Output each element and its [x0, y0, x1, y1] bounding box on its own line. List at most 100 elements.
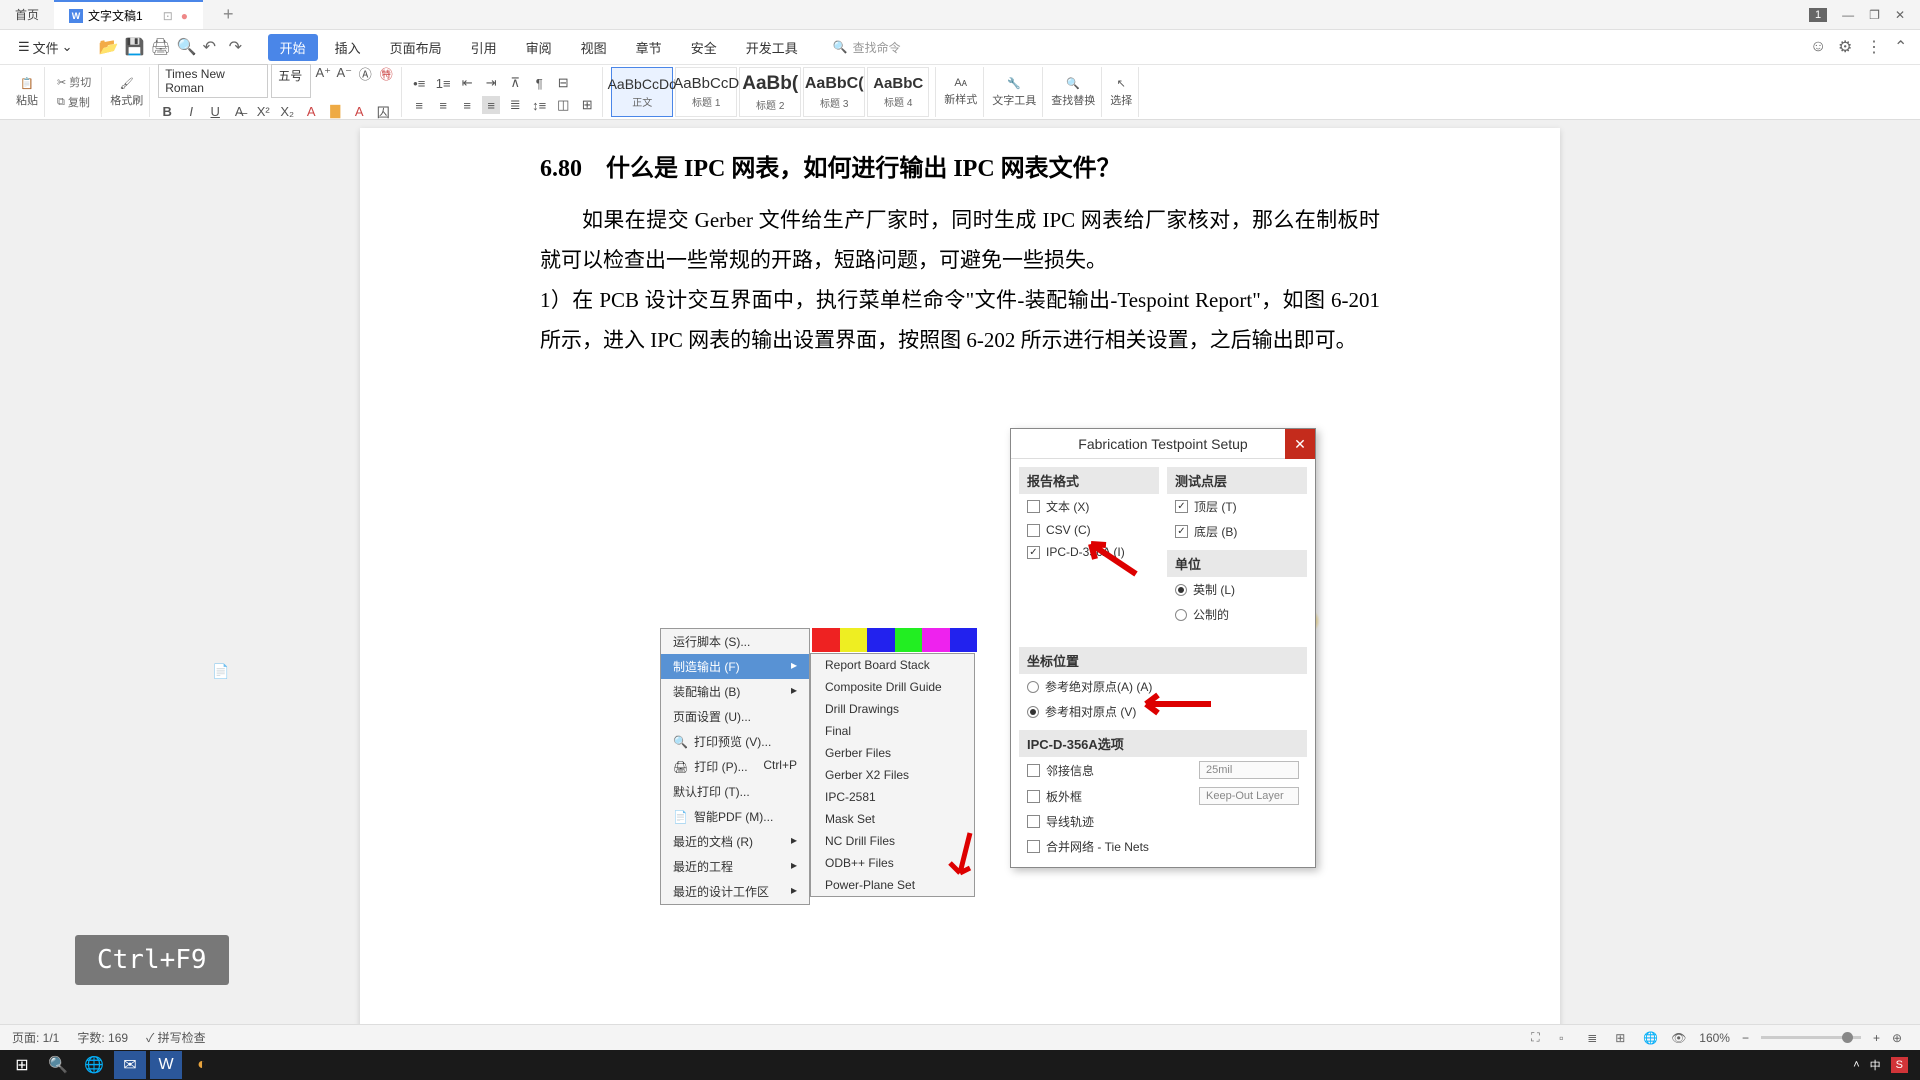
- checkbox-bottom[interactable]: [1175, 525, 1188, 538]
- align-right-icon[interactable]: ≡: [458, 96, 476, 114]
- taskbar-chrome[interactable]: 🌐: [78, 1051, 110, 1079]
- phonetic-icon[interactable]: ㊕: [377, 64, 395, 82]
- fullscreen-icon[interactable]: ⛶: [1531, 1030, 1547, 1046]
- find-replace-button[interactable]: 🔍查找替换: [1051, 77, 1095, 108]
- radio-metric[interactable]: [1175, 609, 1187, 621]
- tab-reference[interactable]: 引用: [459, 34, 509, 61]
- ctx-default-print[interactable]: 默认打印 (T)...: [661, 779, 809, 804]
- numbering-icon[interactable]: 1≡: [434, 74, 452, 92]
- redo-icon[interactable]: ↷: [229, 39, 245, 55]
- align-center-icon[interactable]: ≡: [434, 96, 452, 114]
- bullets-icon[interactable]: •≡: [410, 74, 428, 92]
- dialog-close-button[interactable]: ✕: [1285, 429, 1315, 459]
- tab-add[interactable]: +: [223, 4, 234, 25]
- ime-indicator[interactable]: 中: [1870, 1057, 1881, 1073]
- sub-mask-set[interactable]: Mask Set: [811, 808, 974, 830]
- status-words[interactable]: 字数: 169: [77, 1029, 128, 1046]
- new-style-button[interactable]: Aᴀ新样式: [944, 77, 977, 107]
- ctx-page-setup[interactable]: 页面设置 (U)...: [661, 704, 809, 729]
- start-button[interactable]: ⊞: [6, 1051, 38, 1079]
- style-h4[interactable]: AaBbC标题 4: [867, 67, 929, 117]
- ctx-recent-projects[interactable]: 最近的工程▸: [661, 854, 809, 879]
- line-spacing-icon[interactable]: ↕≡: [530, 96, 548, 114]
- input-distance[interactable]: 25mil: [1199, 761, 1299, 779]
- align-dist-icon[interactable]: ≣: [506, 96, 524, 114]
- tab-security[interactable]: 安全: [679, 34, 729, 61]
- sub-final[interactable]: Final: [811, 720, 974, 742]
- zoom-out-icon[interactable]: −: [1742, 1031, 1749, 1045]
- style-h3[interactable]: AaBbC(标题 3: [803, 67, 865, 117]
- font-name-select[interactable]: Times New Roman: [158, 64, 268, 98]
- checkbox-csv[interactable]: [1027, 524, 1040, 537]
- align-justify-icon[interactable]: ≡: [482, 96, 500, 114]
- ctx-smart-pdf[interactable]: 📄智能PDF (M)...: [661, 804, 809, 829]
- copy-button[interactable]: ⧉复制: [53, 92, 94, 112]
- sub-ipc-2581[interactable]: IPC-2581: [811, 786, 974, 808]
- strike-icon[interactable]: A̶: [230, 102, 248, 120]
- view-web-icon[interactable]: ⊞: [1615, 1030, 1631, 1046]
- view-page-icon[interactable]: ▫: [1559, 1030, 1575, 1046]
- indent-inc-icon[interactable]: ⇥: [482, 74, 500, 92]
- print-icon[interactable]: 🖨: [151, 39, 167, 55]
- radio-imperial[interactable]: [1175, 584, 1187, 596]
- underline-icon[interactable]: U: [206, 102, 224, 120]
- tray-chevron-icon[interactable]: ˄: [1853, 1059, 1859, 1071]
- status-spellcheck[interactable]: ✓ 拼写检查: [146, 1029, 206, 1046]
- sub-composite-drill[interactable]: Composite Drill Guide: [811, 676, 974, 698]
- font-shrink-icon[interactable]: A⁻: [335, 64, 353, 82]
- checkbox-board-outline[interactable]: [1027, 790, 1040, 803]
- ctx-run-script[interactable]: 运行脚本 (S)...: [661, 629, 809, 654]
- radio-rel-origin[interactable]: [1027, 706, 1039, 718]
- ctx-recent-docs[interactable]: 最近的文档 (R)▸: [661, 829, 809, 854]
- style-normal[interactable]: AaBbCcDd正文: [611, 67, 673, 117]
- file-menu[interactable]: 文件 ⌄: [10, 35, 81, 60]
- tab-document[interactable]: W 文字文稿1 ⊡ ●: [54, 0, 203, 29]
- tab-home[interactable]: 首页: [0, 0, 54, 29]
- ctx-print-preview[interactable]: 🔍打印预览 (V)...: [661, 729, 809, 754]
- taskbar-search[interactable]: 🔍: [42, 1051, 74, 1079]
- sub-drill-drawings[interactable]: Drill Drawings: [811, 698, 974, 720]
- preview-icon[interactable]: 🔍: [177, 39, 193, 55]
- checkbox-neighbor[interactable]: [1027, 764, 1040, 777]
- more-icon[interactable]: ⋮: [1866, 39, 1882, 55]
- checkbox-top[interactable]: [1175, 500, 1188, 513]
- sub-gerber-x2[interactable]: Gerber X2 Files: [811, 764, 974, 786]
- taskbar-app1[interactable]: ✉: [114, 1051, 146, 1079]
- radio-abs-origin[interactable]: [1027, 681, 1039, 693]
- tab-chapter[interactable]: 章节: [624, 34, 674, 61]
- text-tools-button[interactable]: 🔧文字工具: [992, 77, 1036, 108]
- close-icon[interactable]: ✕: [1895, 8, 1905, 22]
- sub-report-board-stack[interactable]: Report Board Stack: [811, 654, 974, 676]
- minimize-icon[interactable]: —: [1842, 8, 1854, 22]
- zoom-value[interactable]: 160%: [1699, 1031, 1730, 1045]
- format-painter-button[interactable]: 🖌 格式刷: [110, 77, 143, 108]
- save-icon[interactable]: 💾: [125, 39, 141, 55]
- char-border-icon[interactable]: 囚: [374, 102, 392, 120]
- open-icon[interactable]: 📂: [99, 39, 115, 55]
- zoom-in-icon[interactable]: +: [1873, 1031, 1880, 1045]
- command-search[interactable]: 🔍 查找命令: [833, 39, 901, 56]
- border-icon[interactable]: ⊞: [578, 96, 596, 114]
- paste-button[interactable]: 📋 粘贴: [16, 77, 38, 108]
- undo-icon[interactable]: ↶: [203, 39, 219, 55]
- taskbar-wps[interactable]: W: [150, 1051, 182, 1079]
- superscript-icon[interactable]: X²: [254, 102, 272, 120]
- globe-icon[interactable]: 🌐: [1643, 1030, 1659, 1046]
- checkbox-text[interactable]: [1027, 500, 1040, 513]
- font-color-icon[interactable]: A: [350, 102, 368, 120]
- tab-layout[interactable]: 页面布局: [378, 34, 454, 61]
- font-grow-icon[interactable]: A⁺: [314, 64, 332, 82]
- pilcrow-icon[interactable]: ¶: [530, 74, 548, 92]
- ctx-recent-workspaces[interactable]: 最近的设计工作区▸: [661, 879, 809, 904]
- indent-dec-icon[interactable]: ⇤: [458, 74, 476, 92]
- style-h2[interactable]: AaBb(标题 2: [739, 67, 801, 117]
- notification-badge[interactable]: 1: [1809, 8, 1827, 22]
- ime-sogou-icon[interactable]: S: [1891, 1057, 1908, 1073]
- subscript-icon[interactable]: X₂: [278, 102, 296, 120]
- tab-icon[interactable]: ⊟: [554, 74, 572, 92]
- tab-devtools[interactable]: 开发工具: [734, 34, 810, 61]
- ctx-fabrication-output[interactable]: 制造输出 (F)▸: [661, 654, 809, 679]
- settings-icon[interactable]: ⚙: [1838, 39, 1854, 55]
- bold-icon[interactable]: B: [158, 102, 176, 120]
- select-keepout[interactable]: Keep-Out Layer: [1199, 787, 1299, 805]
